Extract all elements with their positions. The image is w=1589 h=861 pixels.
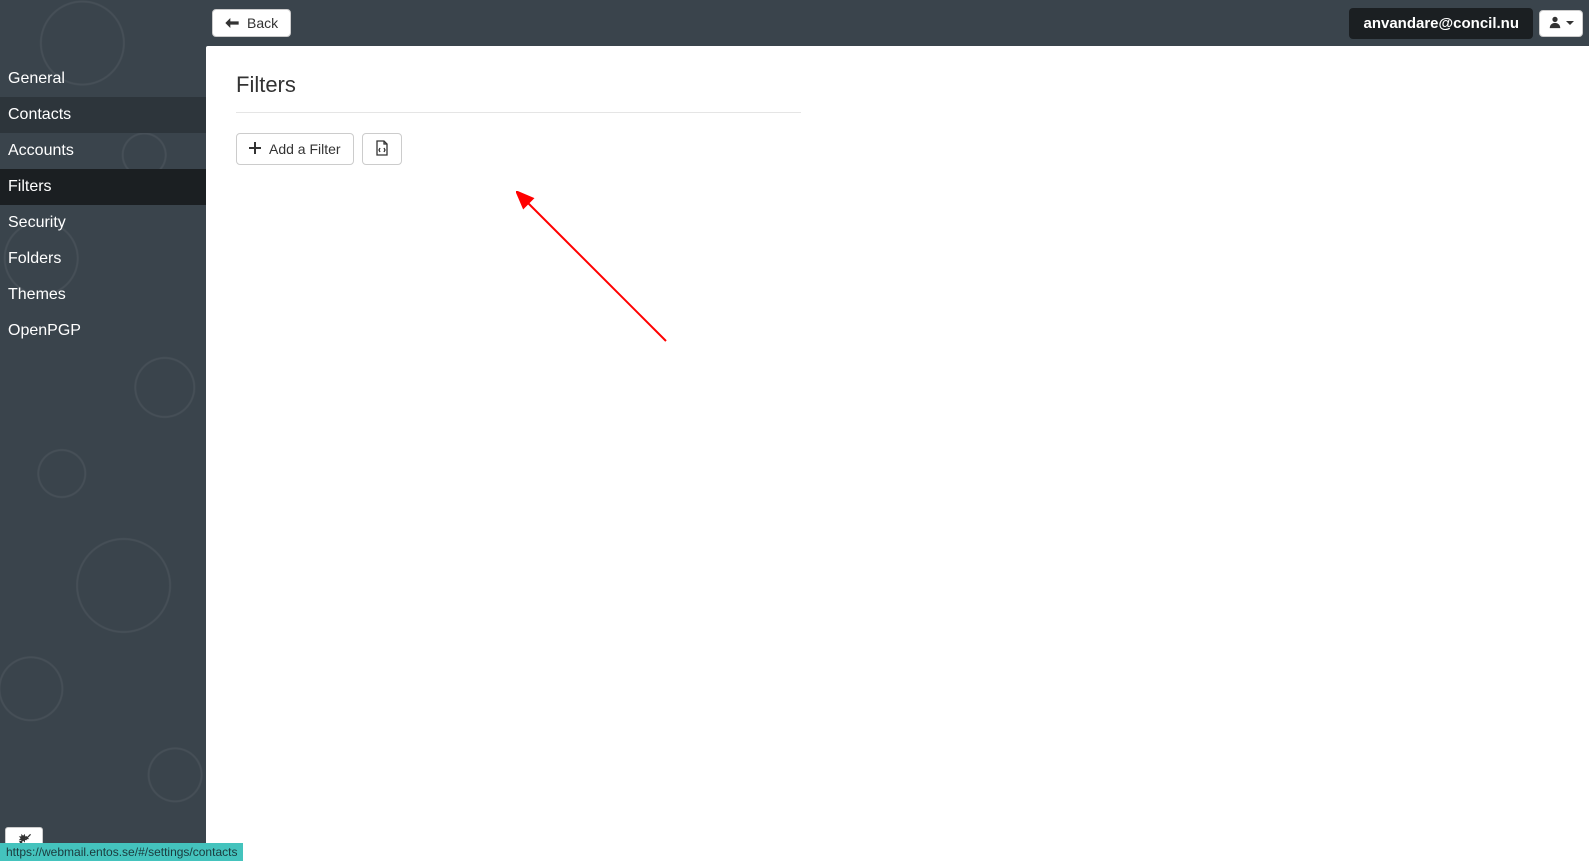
main-area: Back anvandare@concil.nu Filters Add a F… xyxy=(206,0,1589,861)
person-icon xyxy=(1548,15,1562,32)
sidebar-item-contacts[interactable]: Contacts xyxy=(0,97,206,133)
sidebar-item-label: General xyxy=(8,70,65,87)
user-menu-button[interactable] xyxy=(1539,10,1583,37)
page-title: Filters xyxy=(236,72,1559,98)
sidebar-item-label: Folders xyxy=(8,250,61,267)
raw-script-button[interactable] xyxy=(362,133,402,165)
file-code-icon xyxy=(374,140,390,159)
topbar: Back anvandare@concil.nu xyxy=(206,0,1589,46)
plus-icon xyxy=(249,141,261,157)
sidebar-item-label: Filters xyxy=(8,178,52,195)
sidebar-item-accounts[interactable]: Accounts xyxy=(0,133,206,169)
filters-toolbar: Add a Filter xyxy=(236,133,1559,165)
user-email-pill[interactable]: anvandare@concil.nu xyxy=(1349,8,1533,39)
sidebar-item-label: Themes xyxy=(8,286,66,303)
back-button[interactable]: Back xyxy=(212,9,291,37)
sidebar-item-label: Accounts xyxy=(8,142,74,159)
sidebar-item-filters[interactable]: Filters xyxy=(0,169,206,205)
arrow-left-icon xyxy=(225,15,239,31)
divider xyxy=(236,112,801,113)
status-bar-url: https://webmail.entos.se/#/settings/cont… xyxy=(6,845,237,859)
annotation-arrow xyxy=(516,191,686,351)
add-filter-label: Add a Filter xyxy=(269,141,341,157)
sidebar-nav: General Contacts Accounts Filters Securi… xyxy=(0,0,206,349)
sidebar-item-label: Security xyxy=(8,214,66,231)
caret-down-icon xyxy=(1566,21,1574,25)
topbar-right: anvandare@concil.nu xyxy=(1349,8,1583,39)
sidebar-item-label: Contacts xyxy=(8,106,71,123)
user-email-text: anvandare@concil.nu xyxy=(1363,15,1519,32)
sidebar-item-folders[interactable]: Folders xyxy=(0,241,206,277)
sidebar-item-themes[interactable]: Themes xyxy=(0,277,206,313)
sidebar-item-security[interactable]: Security xyxy=(0,205,206,241)
sidebar-item-openpgp[interactable]: OpenPGP xyxy=(0,313,206,349)
sidebar-item-general[interactable]: General xyxy=(0,61,206,97)
content-panel: Filters Add a Filter xyxy=(206,46,1589,861)
sidebar: General Contacts Accounts Filters Securi… xyxy=(0,0,206,861)
add-filter-button[interactable]: Add a Filter xyxy=(236,133,354,165)
sidebar-item-label: OpenPGP xyxy=(8,322,81,339)
back-label: Back xyxy=(247,15,278,31)
status-bar-link: https://webmail.entos.se/#/settings/cont… xyxy=(0,843,243,861)
